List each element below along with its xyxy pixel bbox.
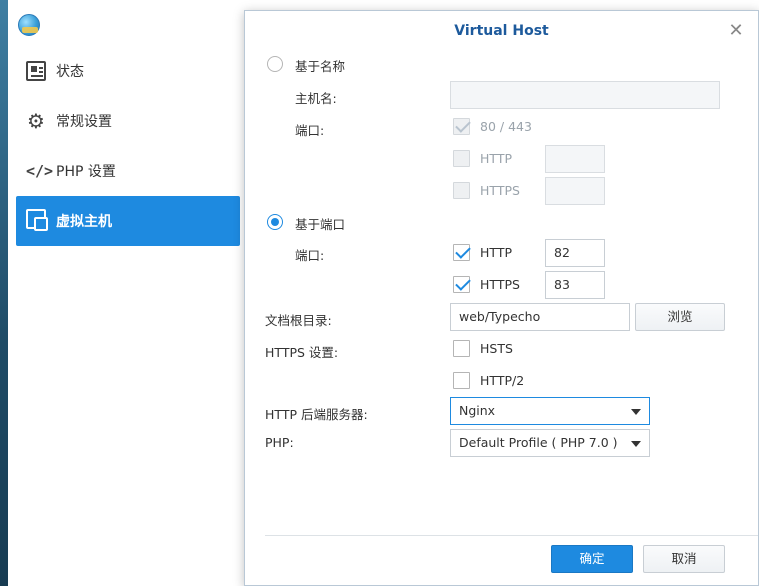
port-based-label: 基于端口 bbox=[295, 217, 346, 232]
name-based-radio[interactable] bbox=[267, 56, 283, 72]
port-based-radio[interactable] bbox=[267, 214, 283, 230]
sidebar-item-label: 状态 bbox=[56, 64, 84, 80]
name-http-port-input[interactable] bbox=[545, 145, 605, 173]
virtual-host-icon bbox=[26, 209, 48, 231]
dialog-title: Virtual Host bbox=[454, 23, 549, 39]
hsts-label: HSTS bbox=[480, 341, 513, 356]
name-https-label: HTTPS bbox=[480, 183, 520, 198]
web-station-logo-icon bbox=[18, 14, 40, 36]
port-http-label: HTTP bbox=[480, 245, 512, 260]
sidebar-item-virtual-host[interactable]: 虚拟主机 bbox=[16, 196, 240, 246]
name-https-port-input[interactable] bbox=[545, 177, 605, 205]
browse-button[interactable]: 浏览 bbox=[635, 303, 725, 331]
php-select-value: Default Profile ( PHP 7.0 ) bbox=[459, 435, 618, 450]
virtual-host-dialog: Virtual Host ✕ 基于名称 主机名: 端口: 80 / 443 HT… bbox=[244, 10, 759, 586]
docroot-input[interactable]: web/Typecho bbox=[450, 303, 630, 331]
port-http-checkbox[interactable] bbox=[453, 244, 470, 261]
sidebar-item-label: PHP 设置 bbox=[56, 164, 116, 180]
default-port-checkbox[interactable] bbox=[453, 118, 470, 135]
php-label: PHP: bbox=[265, 435, 294, 450]
sidebar-item-php-settings[interactable]: </> PHP 设置 bbox=[16, 146, 240, 196]
hostname-input[interactable] bbox=[450, 81, 720, 109]
backend-label: HTTP 后端服务器: bbox=[265, 407, 368, 422]
cancel-button[interactable]: 取消 bbox=[643, 545, 725, 573]
name-http-checkbox[interactable] bbox=[453, 150, 470, 167]
sidebar-item-general-settings[interactable]: ⚙ 常规设置 bbox=[16, 96, 240, 146]
https-settings-label: HTTPS 设置: bbox=[265, 345, 339, 360]
port-http-input[interactable]: 82 bbox=[545, 239, 605, 267]
php-profile-select[interactable]: Default Profile ( PHP 7.0 ) bbox=[450, 429, 650, 457]
sidebar: 状态 ⚙ 常规设置 </> PHP 设置 虚拟主机 bbox=[8, 46, 248, 246]
port-https-input[interactable]: 83 bbox=[545, 271, 605, 299]
default-port-label: 80 / 443 bbox=[480, 119, 532, 134]
name-https-checkbox[interactable] bbox=[453, 182, 470, 199]
backend-select[interactable]: Nginx bbox=[450, 397, 650, 425]
gear-icon: ⚙ bbox=[27, 109, 45, 133]
status-icon bbox=[26, 61, 46, 81]
docroot-label: 文档根目录: bbox=[265, 313, 332, 328]
footer-divider bbox=[265, 535, 758, 536]
chevron-down-icon bbox=[631, 409, 641, 415]
sidebar-item-status[interactable]: 状态 bbox=[16, 46, 240, 96]
name-port-label: 端口: bbox=[295, 123, 325, 138]
close-icon[interactable]: ✕ bbox=[728, 22, 744, 40]
ok-button[interactable]: 确定 bbox=[551, 545, 633, 573]
chevron-down-icon bbox=[631, 441, 641, 447]
port-based-port-label: 端口: bbox=[295, 248, 325, 263]
backend-select-value: Nginx bbox=[459, 403, 496, 418]
sidebar-item-label: 常规设置 bbox=[56, 114, 112, 130]
hsts-checkbox[interactable] bbox=[453, 340, 470, 357]
http2-checkbox[interactable] bbox=[453, 372, 470, 389]
port-https-checkbox[interactable] bbox=[453, 276, 470, 293]
sidebar-item-label: 虚拟主机 bbox=[56, 214, 112, 230]
port-https-label: HTTPS bbox=[480, 277, 520, 292]
name-http-label: HTTP bbox=[480, 151, 512, 166]
app-header bbox=[8, 0, 248, 48]
code-icon: </> bbox=[26, 162, 54, 180]
hostname-label: 主机名: bbox=[295, 91, 337, 106]
http2-label: HTTP/2 bbox=[480, 373, 525, 388]
name-based-label: 基于名称 bbox=[295, 59, 346, 74]
